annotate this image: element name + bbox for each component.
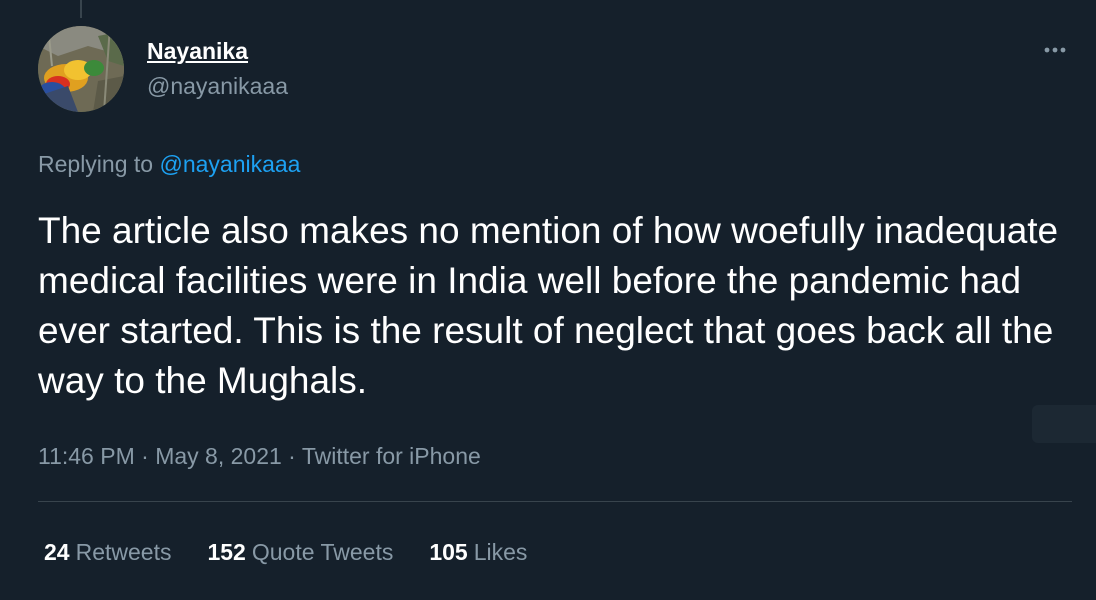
author-display-name[interactable]: Nayanika	[147, 38, 288, 64]
thread-connector-line	[80, 0, 82, 18]
likes-count: 105	[429, 539, 468, 565]
tweet-source[interactable]: Twitter for iPhone	[302, 443, 481, 469]
engagement-stats: 24 Retweets 152 Quote Tweets 105 Likes	[44, 537, 563, 567]
retweets-stat[interactable]: 24 Retweets	[44, 537, 171, 567]
divider	[38, 501, 1072, 502]
tweet-date[interactable]: May 8, 2021	[155, 443, 282, 469]
meta-separator: ·	[134, 443, 156, 469]
more-options-button[interactable]	[1038, 40, 1072, 60]
quote-tweets-label: Quote Tweets	[251, 539, 394, 565]
avatar-image	[38, 26, 124, 112]
tweet-metadata: 11:46 PM · May 8, 2021 · Twitter for iPh…	[38, 441, 481, 471]
quote-tweets-count: 152	[207, 539, 246, 565]
replying-to: Replying to @nayanikaaa	[38, 150, 300, 178]
replying-to-prefix: Replying to	[38, 151, 160, 177]
more-horizontal-icon	[1044, 47, 1066, 53]
likes-label: Likes	[473, 539, 528, 565]
author-names: Nayanika @nayanikaaa	[147, 38, 288, 99]
tweet-time[interactable]: 11:46 PM	[38, 443, 135, 469]
retweets-label: Retweets	[75, 539, 172, 565]
replying-to-mention-link[interactable]: @nayanikaaa	[159, 151, 300, 177]
tweet-text: The article also makes no mention of how…	[38, 210, 1059, 401]
likes-stat[interactable]: 105 Likes	[429, 537, 527, 567]
retweets-count: 24	[44, 539, 70, 565]
meta-separator: ·	[281, 443, 302, 469]
partial-edge-control	[1032, 405, 1096, 443]
quote-tweets-stat[interactable]: 152 Quote Tweets	[207, 537, 393, 567]
tweet-header: Nayanika @nayanikaaa	[38, 26, 1078, 116]
author-handle: @nayanikaaa	[147, 73, 288, 99]
avatar[interactable]	[38, 26, 124, 112]
